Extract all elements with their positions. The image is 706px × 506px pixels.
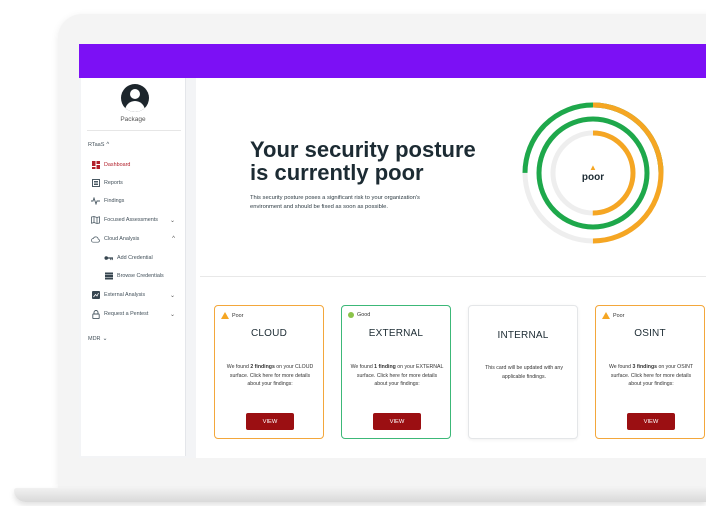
card-title: EXTERNAL — [368, 328, 424, 339]
sidebar-item-dashboard[interactable]: Dashboard — [91, 159, 181, 171]
section-mdr-label: MDR — [88, 335, 101, 342]
chevron-up-icon: ^ — [106, 142, 110, 148]
avatar-icon[interactable] — [121, 84, 149, 112]
sidebar-item-reports[interactable]: Reports — [91, 177, 181, 189]
sidebar-item-browse-credentials[interactable]: Browse Credentials — [104, 270, 181, 282]
sidebar-divider — [87, 130, 181, 131]
card-body: This card will be updated with any appli… — [485, 365, 563, 380]
sidebar-item-label: Add Credential — [117, 255, 153, 261]
sidebar-item-findings[interactable]: Findings — [91, 195, 181, 207]
sidebar: Package RTaaS ^ Dashboard Reports Findin… — [81, 78, 186, 456]
sidebar-item-label: Request a Pentest — [104, 311, 149, 317]
sidebar-item-label: Findings — [104, 198, 125, 204]
external-analysis-icon — [91, 291, 100, 300]
sidebar-item-label: Cloud Analysis — [104, 236, 140, 242]
sidebar-item-external-analysis[interactable]: External Analysis ⌄ — [91, 289, 181, 301]
status-badge: Poor — [221, 312, 243, 319]
section-rtaas-label: RTaaS — [88, 142, 105, 148]
page-title: Your security posture is currently poor — [250, 137, 476, 185]
card-title: CLOUD — [250, 328, 287, 339]
main-content: Your security posture is currently poor … — [196, 78, 706, 458]
card-body: We found 1 finding on your EXTERNAL surf… — [350, 364, 444, 387]
warning-icon — [602, 312, 610, 319]
posture-gauge: ▲ poor — [518, 98, 668, 248]
posture-description: This security posture poses a significan… — [250, 195, 420, 210]
section-mdr[interactable]: MDR ⌄ — [88, 335, 108, 343]
card-body: We found 2 findings on your CLOUD surfac… — [226, 364, 314, 387]
sidebar-item-request-pentest[interactable]: Request a Pentest ⌄ — [91, 308, 181, 320]
status-text: Poor — [232, 312, 244, 319]
activity-icon — [91, 197, 100, 206]
status-badge: Poor — [602, 312, 624, 319]
top-bar — [79, 44, 706, 78]
sidebar-item-label: Reports — [104, 180, 123, 186]
check-circle-icon — [348, 312, 354, 318]
sidebar-item-label: Dashboard — [104, 162, 131, 168]
dashboard-icon — [91, 161, 100, 170]
status-text: Poor — [613, 312, 625, 319]
status-text: Good — [357, 312, 371, 318]
card-cloud[interactable]: Poor CLOUD We found 2 findings on your C… — [214, 305, 324, 439]
card-internal[interactable]: INTERNAL This card will be updated with … — [468, 305, 578, 439]
list-icon — [104, 272, 113, 281]
card-osint[interactable]: Poor OSINT We found 3 findings on your O… — [595, 305, 705, 439]
sidebar-item-label: Browse Credentials — [117, 273, 164, 279]
chevron-down-icon: ⌄ — [169, 292, 175, 299]
reports-icon — [91, 179, 100, 188]
view-button[interactable]: VIEW — [373, 413, 421, 430]
lock-icon — [91, 309, 100, 319]
chevron-down-icon: ⌄ — [169, 311, 175, 318]
sidebar-item-label: External Analysis — [104, 292, 146, 298]
card-body: We found 3 findings on your OSINT surfac… — [608, 364, 694, 387]
app-screen: Package RTaaS ^ Dashboard Reports Findin… — [79, 44, 706, 458]
chevron-down-icon: ⌄ — [169, 217, 175, 224]
chevron-down-icon: ⌄ — [102, 336, 108, 342]
map-icon — [91, 216, 100, 225]
warning-icon: ▲ — [589, 162, 597, 172]
section-divider — [200, 276, 706, 277]
key-icon — [104, 254, 113, 263]
section-rtaas[interactable]: RTaaS ^ — [88, 142, 109, 148]
view-button[interactable]: VIEW — [627, 413, 675, 430]
package-label: Package — [120, 116, 146, 123]
sidebar-item-cloud-analysis[interactable]: Cloud Analysis ^ — [91, 233, 181, 245]
card-title: OSINT — [634, 328, 666, 339]
cloud-icon — [91, 235, 100, 244]
sidebar-item-label: Focused Assessments — [104, 217, 158, 223]
chevron-up-icon: ^ — [172, 236, 175, 242]
warning-icon — [221, 312, 229, 319]
sidebar-item-focused-assessments[interactable]: Focused Assessments ⌄ — [91, 214, 181, 226]
gauge-status-label: poor — [581, 171, 605, 183]
sidebar-item-add-credential[interactable]: Add Credential — [104, 252, 181, 264]
card-title: INTERNAL — [497, 330, 549, 341]
card-external[interactable]: Good EXTERNAL We found 1 finding on your… — [341, 305, 451, 439]
laptop-base — [14, 488, 706, 502]
status-badge: Good — [348, 312, 370, 318]
view-button[interactable]: VIEW — [246, 413, 294, 430]
